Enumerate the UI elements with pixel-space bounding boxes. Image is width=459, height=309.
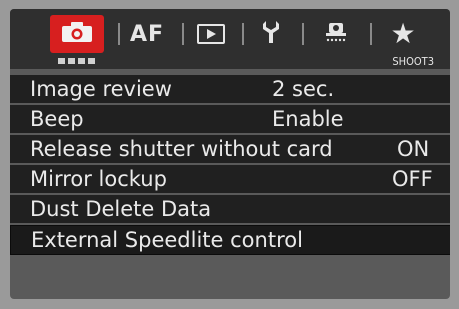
playback-icon (197, 24, 225, 44)
menu-item-beep[interactable]: Beep Enable (10, 105, 450, 133)
menu-item-mirror-lockup[interactable]: Mirror lockup OFF (10, 165, 450, 193)
tab-shooting[interactable] (50, 15, 104, 53)
tab-custom-functions[interactable] (310, 15, 362, 53)
menu-item-external-speedlite-control[interactable]: External Speedlite control (10, 225, 450, 255)
tab-separator (302, 23, 304, 45)
star-icon: ★ (390, 17, 416, 50)
tab-separator (118, 23, 120, 45)
page-indicator-dot (88, 58, 95, 64)
menu-item-dust-delete-data[interactable]: Dust Delete Data (10, 195, 450, 223)
page-indicator (58, 58, 95, 64)
menu-page-name: SHOOT3 (392, 55, 434, 68)
camera-menu-screen: AF ★ SHOOT3 Image review 2 sec. Beep Ena… (10, 9, 450, 299)
custom-functions-icon (319, 19, 353, 49)
menu-item-value: OFF (392, 167, 433, 191)
menu-subheader: SHOOT3 (10, 55, 450, 69)
tab-separator (242, 23, 244, 45)
menu-item-label: Beep (30, 107, 84, 131)
menu-item-label: Dust Delete Data (30, 197, 212, 221)
page-indicator-dot (58, 58, 65, 64)
tab-af[interactable]: AF (122, 15, 172, 53)
page-indicator-dot (68, 58, 75, 64)
wrench-icon (260, 19, 282, 49)
menu-item-label: Release shutter without card (30, 137, 333, 161)
menu-item-label: External Speedlite control (31, 228, 303, 252)
menu-item-value: ON (397, 137, 430, 161)
tab-af-label: AF (129, 21, 165, 47)
tab-setup[interactable] (248, 15, 294, 53)
menu-item-value: Enable (272, 107, 344, 131)
tab-my-menu[interactable]: ★ (376, 15, 430, 53)
menu-item-release-shutter-without-card[interactable]: Release shutter without card ON (10, 135, 450, 163)
menu-item-value: 2 sec. (272, 77, 335, 101)
camera-icon (60, 20, 94, 48)
menu-item-image-review[interactable]: Image review 2 sec. (10, 75, 450, 103)
menu-tab-bar: AF ★ (10, 9, 450, 55)
menu-item-label: Mirror lockup (30, 167, 167, 191)
tab-separator (182, 23, 184, 45)
tab-separator (370, 23, 372, 45)
page-indicator-dot (78, 58, 85, 64)
tab-playback[interactable] (188, 15, 234, 53)
menu-item-label: Image review (30, 77, 172, 101)
